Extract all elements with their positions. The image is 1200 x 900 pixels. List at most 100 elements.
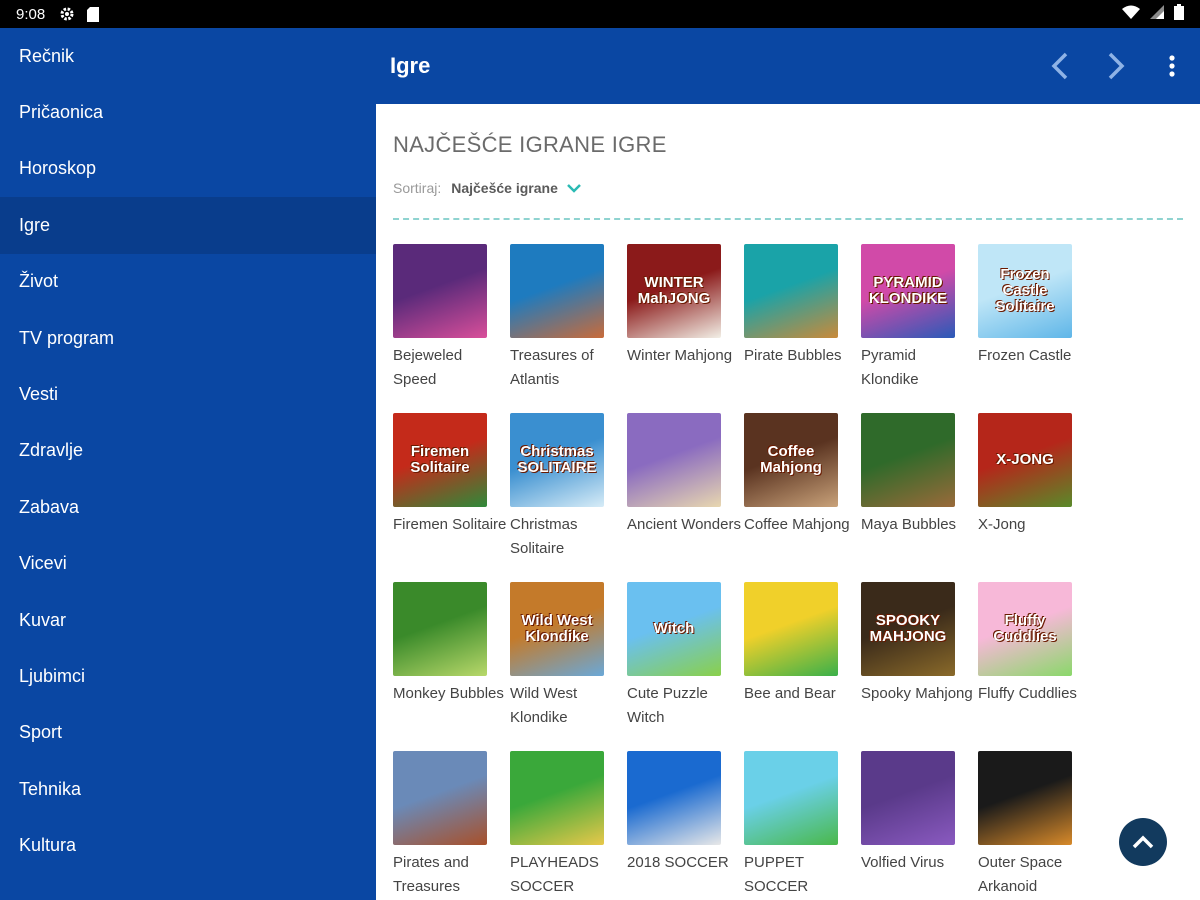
game-title[interactable]: Outer Space Arkanoid [978,851,1094,899]
game-tile[interactable]: Witch Cute Puzzle Witch [627,582,723,730]
sidebar-item[interactable]: Ljubimci [0,648,376,704]
game-tile[interactable]: 2018 SOCCER [627,751,729,875]
game-thumbnail-logo: Witch [653,620,695,637]
game-tile[interactable]: Monkey Bubbles [393,582,504,706]
game-tile[interactable]: Fluffy Cuddlies Fluffy Cuddlies [978,582,1077,706]
game-tile[interactable]: Ancient Wonders [627,413,741,537]
game-tile[interactable]: Christmas SOLITAIRE Christmas Solitaire [510,413,606,561]
game-title[interactable]: PLAYHEADS SOCCER [510,851,626,899]
game-title[interactable]: Bejeweled Speed [393,344,509,392]
sidebar-item[interactable]: Zabava [0,479,376,535]
game-title[interactable]: Monkey Bubbles [393,682,509,706]
sidebar-item[interactable]: Sport [0,705,376,761]
sort-dropdown[interactable]: Najčešće igrane [451,180,558,196]
game-title[interactable]: Wild West Klondike [510,682,626,730]
game-title[interactable]: Ancient Wonders [627,513,743,537]
game-thumbnail[interactable] [510,751,604,845]
game-tile[interactable]: Outer Space Arkanoid [978,751,1074,899]
game-tile[interactable]: Bee and Bear [744,582,840,706]
status-time: 9:08 [16,5,46,23]
game-thumbnail[interactable] [393,582,487,676]
game-thumbnail[interactable] [393,751,487,845]
game-tile[interactable]: PLAYHEADS SOCCER [510,751,606,899]
game-title[interactable]: Frozen Castle [978,344,1094,368]
game-thumbnail[interactable]: X-JONG [978,413,1072,507]
game-thumbnail[interactable] [627,413,721,507]
game-title[interactable]: X-Jong [978,513,1094,537]
game-tile[interactable]: Bejeweled Speed [393,244,489,392]
game-thumbnail[interactable]: WINTER MahJONG [627,244,721,338]
game-thumbnail[interactable]: Firemen Solitaire [393,413,487,507]
game-thumbnail[interactable] [744,582,838,676]
forward-arrow-button[interactable] [1088,38,1144,94]
game-thumbnail[interactable] [744,244,838,338]
game-tile[interactable]: PUPPET SOCCER [744,751,840,899]
game-thumbnail[interactable] [510,244,604,338]
scroll-to-top-button[interactable] [1119,818,1167,866]
game-thumbnail[interactable]: Coffee Mahjong [744,413,838,507]
game-tile[interactable]: Firemen Solitaire Firemen Solitaire [393,413,506,537]
game-title[interactable]: PUPPET SOCCER [744,851,860,899]
game-title[interactable]: Fluffy Cuddlies [978,682,1094,706]
game-thumbnail[interactable]: SPOOKY MAHJONG [861,582,955,676]
game-thumbnail[interactable] [978,751,1072,845]
game-tile[interactable]: Maya Bubbles [861,413,957,537]
game-thumbnail[interactable]: Wild West Klondike [510,582,604,676]
game-title[interactable]: Treasures of Atlantis [510,344,626,392]
game-title[interactable]: Coffee Mahjong [744,513,860,537]
game-title[interactable]: Pyramid Klondike [861,344,977,392]
game-tile[interactable]: Pirate Bubbles [744,244,842,368]
game-thumbnail-logo: Firemen Solitaire [410,443,470,476]
game-title[interactable]: Bee and Bear [744,682,860,706]
sidebar-item[interactable]: Kuvar [0,592,376,648]
game-tile[interactable]: Wild West Klondike Wild West Klondike [510,582,606,730]
chevron-down-icon[interactable] [566,182,582,194]
game-thumbnail[interactable]: Frozen Castle Solitaire [978,244,1072,338]
game-thumbnail[interactable] [744,751,838,845]
game-title[interactable]: Spooky Mahjong [861,682,977,706]
game-tile[interactable]: SPOOKY MAHJONG Spooky Mahjong [861,582,973,706]
sidebar-item[interactable]: Zdravlje [0,423,376,479]
game-title[interactable]: Cute Puzzle Witch [627,682,743,730]
sidebar-item[interactable]: Kultura [0,817,376,873]
game-thumbnail[interactable] [627,751,721,845]
game-title[interactable]: 2018 SOCCER [627,851,743,875]
game-thumbnail[interactable] [861,413,955,507]
game-title[interactable]: Winter Mahjong [627,344,743,368]
game-tile[interactable]: Treasures of Atlantis [510,244,606,392]
sidebar-item[interactable]: Rečnik [0,28,376,84]
game-thumbnail[interactable] [393,244,487,338]
sidebar-item[interactable]: TV program [0,310,376,366]
game-thumbnail[interactable]: Witch [627,582,721,676]
game-title[interactable]: Pirate Bubbles [744,344,860,368]
game-thumbnail[interactable]: Christmas SOLITAIRE [510,413,604,507]
game-tile[interactable]: Frozen Castle Solitaire Frozen Castle [978,244,1074,368]
game-tile[interactable]: Coffee Mahjong Coffee Mahjong [744,413,850,537]
game-title[interactable]: Firemen Solitaire [393,513,509,537]
game-title[interactable]: Christmas Solitaire [510,513,626,561]
game-title[interactable]: Maya Bubbles [861,513,977,537]
back-arrow-button[interactable] [1032,38,1088,94]
game-title[interactable]: Volfied Virus [861,851,977,875]
sort-row: Sortiraj: Najčešće igrane [393,180,582,196]
game-tile[interactable]: Volfied Virus [861,751,957,875]
game-thumbnail[interactable]: Fluffy Cuddlies [978,582,1072,676]
sidebar-item[interactable]: Život [0,254,376,310]
navigation-drawer: Rečnik Pričaonica Horoskop Igre Život TV prog… [0,28,376,900]
game-thumbnail-logo: X-JONG [996,451,1054,468]
sidebar-item[interactable]: Tehnika [0,761,376,817]
game-thumbnail[interactable] [861,751,955,845]
game-thumbnail[interactable]: PYRAMID KLONDIKE [861,244,955,338]
sidebar-item[interactable]: Igre [0,197,376,254]
sidebar-item[interactable]: Pričaonica [0,84,376,140]
battery-icon [1174,4,1184,24]
overflow-menu-button[interactable] [1144,38,1200,94]
game-title[interactable]: Pirates and Treasures [393,851,509,899]
sidebar-item[interactable]: Vesti [0,366,376,422]
sidebar-item[interactable]: Vicevi [0,536,376,592]
game-tile[interactable]: X-JONG X-Jong [978,413,1074,537]
sidebar-item[interactable]: Horoskop [0,141,376,197]
game-tile[interactable]: PYRAMID KLONDIKE Pyramid Klondike [861,244,957,392]
game-tile[interactable]: Pirates and Treasures [393,751,489,899]
game-tile[interactable]: WINTER MahJONG Winter Mahjong [627,244,732,368]
